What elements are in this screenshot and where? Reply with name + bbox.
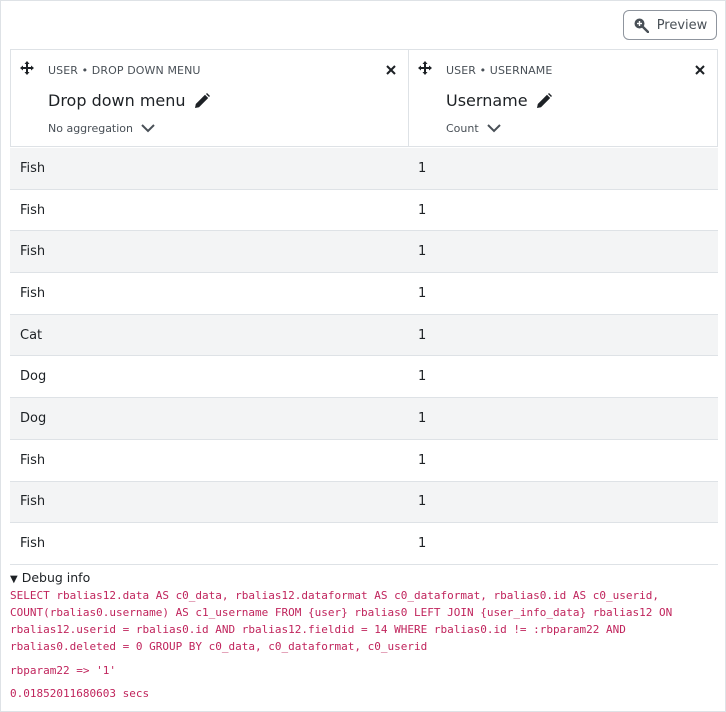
column-source: USER • USERNAME xyxy=(446,64,553,77)
search-plus-icon xyxy=(634,18,649,33)
report-table-body: Fish 1 Fish 1 Fish 1 Fish 1 Cat 1 Dog 1 Dog 1 F… xyxy=(10,148,718,565)
table-row: Fish 1 xyxy=(10,231,718,274)
report-editor: Preview USER • DROP DOWN MENU Drop down … xyxy=(0,0,726,712)
cell-menu: Fish xyxy=(20,494,46,510)
cell-count: 1 xyxy=(418,327,427,343)
table-row: Fish 1 xyxy=(10,481,718,524)
table-row: Fish 1 xyxy=(10,523,718,565)
move-icon[interactable] xyxy=(418,61,432,75)
table-row: Fish 1 xyxy=(10,190,718,232)
cell-count: 1 xyxy=(418,494,427,510)
close-icon[interactable] xyxy=(695,65,705,75)
close-icon[interactable] xyxy=(386,65,396,75)
column-card-username[interactable]: USER • USERNAME Username Count xyxy=(409,50,717,146)
cell-count: 1 xyxy=(418,202,427,218)
cell-count: 1 xyxy=(418,160,427,176)
table-row: Fish 1 xyxy=(10,273,718,315)
cell-menu: Cat xyxy=(20,327,43,343)
cell-menu: Dog xyxy=(20,369,47,385)
cell-menu: Fish xyxy=(20,536,46,552)
column-header-row: USER • DROP DOWN MENU Drop down menu No … xyxy=(10,49,718,147)
chevron-down-icon xyxy=(486,124,501,133)
debug-params: rbparam22 => '1' xyxy=(10,664,116,677)
cell-count: 1 xyxy=(418,285,427,301)
cell-menu: Fish xyxy=(20,452,46,468)
caret-down-icon: ▼ xyxy=(10,574,18,585)
table-row: Dog 1 xyxy=(10,398,718,440)
cell-count: 1 xyxy=(418,369,427,385)
aggregation-select[interactable]: No aggregation xyxy=(48,122,155,135)
debug-info-label: Debug info xyxy=(21,570,91,585)
debug-time: 0.01852011680603 secs xyxy=(10,687,150,700)
debug-info-toggle[interactable]: ▼ Debug info xyxy=(10,570,90,585)
debug-sql: SELECT rbalias12.data AS c0_data, rbalia… xyxy=(10,589,673,653)
aggregation-value: Count xyxy=(446,122,479,135)
cell-menu: Fish xyxy=(20,160,46,176)
aggregation-value: No aggregation xyxy=(48,122,134,135)
table-row: Dog 1 xyxy=(10,356,718,399)
cell-count: 1 xyxy=(418,244,427,260)
column-title-text: Drop down menu xyxy=(48,91,186,110)
cell-menu: Fish xyxy=(20,285,46,301)
column-title[interactable]: Drop down menu xyxy=(48,91,210,110)
column-title[interactable]: Username xyxy=(446,91,552,110)
cell-menu: Fish xyxy=(20,202,46,218)
preview-button[interactable]: Preview xyxy=(623,10,717,40)
chevron-down-icon xyxy=(141,124,155,133)
aggregation-select[interactable]: Count xyxy=(446,122,501,135)
cell-count: 1 xyxy=(418,452,427,468)
cell-menu: Fish xyxy=(20,244,46,260)
preview-label: Preview xyxy=(656,17,708,33)
column-title-text: Username xyxy=(446,91,528,110)
cell-count: 1 xyxy=(418,536,427,552)
cell-menu: Dog xyxy=(20,410,47,426)
table-row: Cat 1 xyxy=(10,314,718,357)
column-source: USER • DROP DOWN MENU xyxy=(48,64,201,77)
move-icon[interactable] xyxy=(20,61,34,75)
pencil-icon[interactable] xyxy=(194,92,210,109)
pencil-icon[interactable] xyxy=(536,92,552,109)
cell-count: 1 xyxy=(418,410,427,426)
table-row: Fish 1 xyxy=(10,148,718,190)
column-card-drop-down-menu[interactable]: USER • DROP DOWN MENU Drop down menu No … xyxy=(11,50,409,146)
table-row: Fish 1 xyxy=(10,440,718,482)
